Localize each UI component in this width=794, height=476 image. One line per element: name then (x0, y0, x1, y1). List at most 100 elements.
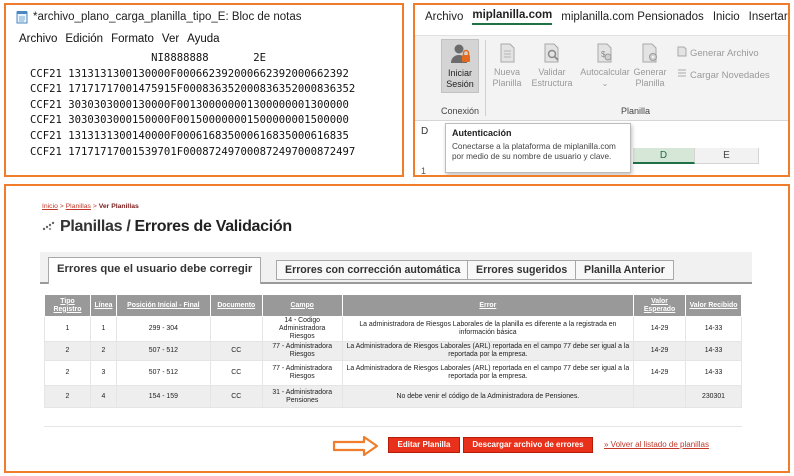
generar-archivo-label: Generar Archivo (690, 47, 759, 59)
search-document-icon (541, 42, 563, 64)
table-row: 2 4 154 - 159 CC 31 - Administradora Pen… (44, 385, 742, 408)
text-line: CCF21 3030303000130000F00130000000130000… (30, 98, 349, 111)
th-posicion[interactable]: Posición Inicial - Final (115, 294, 211, 317)
breadcrumb-separator: > (92, 203, 97, 210)
new-document-icon (496, 42, 518, 64)
breadcrumb: Inicio > Planillas > Ver Planillas (42, 203, 139, 210)
cargar-novedades-label: Cargar Novedades (690, 69, 770, 81)
nueva-planilla-label: Nueva Planilla (492, 67, 522, 88)
page-title-part2: Errores de Validación (134, 218, 293, 235)
page-title: Planillas / Errores de Validación (42, 218, 292, 236)
table-row: 1 1 299 - 304 14 - Codigo Administradora… (44, 316, 742, 342)
th-valor-esperado[interactable]: Valor Esperado (633, 294, 686, 317)
volver-listado-link[interactable]: » Volver al listado de planillas (604, 440, 709, 449)
cell (209, 316, 263, 342)
cell: 299 - 304 (115, 316, 211, 342)
web-page-panel: Inicio > Planillas > Ver Planillas Plani… (4, 184, 790, 473)
cell: 31 - Administradora Pensiones (261, 385, 343, 408)
upload-list-icon (677, 68, 687, 82)
menu-formato[interactable]: Formato (111, 33, 154, 45)
breadcrumb-planillas[interactable]: Planillas (66, 203, 91, 210)
cell: 14-29 (633, 341, 686, 361)
autocalcular-label: Autocalcular (580, 67, 630, 77)
cell: 2 (44, 360, 91, 386)
notepad-title: *archivo_plano_carga_planilla_tipo_E: Bl… (33, 11, 302, 23)
cell: 14-29 (633, 360, 686, 386)
cell: 1 (44, 316, 91, 342)
tab-planilla-anterior[interactable]: Planilla Anterior (575, 260, 674, 280)
arrow-right-icon (332, 435, 380, 462)
cell: CC (209, 385, 263, 408)
validar-estructura-button[interactable]: Validar Estructura (529, 42, 575, 89)
th-documento[interactable]: Documento (209, 294, 263, 317)
th-error[interactable]: Error (341, 294, 635, 317)
row-header: 1 (421, 166, 427, 176)
cell: 14-33 (685, 316, 742, 342)
tab-miplanilla[interactable]: miplanilla.com (472, 9, 553, 25)
breadcrumb-separator: > (59, 203, 64, 210)
autocalcular-button[interactable]: $ Autocalcular ⌄ (579, 42, 631, 89)
notepad-text-area[interactable]: NI8888888 2E CCF21 1313131300130000F00066… (6, 49, 402, 160)
validar-estructura-label: Validar Estructura (531, 67, 573, 88)
notepad-titlebar: *archivo_plano_carga_planilla_tipo_E: Bl… (6, 5, 402, 29)
cell: 2 (89, 341, 117, 361)
tab-inicio[interactable]: Inicio (713, 11, 740, 23)
column-header-d[interactable]: D (633, 148, 695, 164)
cell-fragment: D (421, 126, 429, 137)
cell: No debe venir el código de la Administra… (341, 385, 635, 408)
cell: 2 (44, 385, 91, 408)
descargar-errores-button[interactable]: Descargar archivo de errores (463, 437, 593, 453)
column-header-e[interactable]: E (695, 148, 759, 164)
cell: La Administradora de Riesgos Laborales (… (341, 341, 635, 361)
nueva-planilla-button[interactable]: Nueva Planilla (489, 42, 525, 89)
generar-planilla-button[interactable]: Generar Planilla (633, 42, 667, 89)
tooltip-autenticacion: Autenticación Conectarse a la plataforma… (445, 123, 631, 173)
iniciar-sesion-button[interactable]: Iniciar Sesión (441, 39, 479, 93)
user-lock-icon (449, 43, 471, 65)
th-linea[interactable]: Línea (89, 294, 117, 317)
th-tipo-registro[interactable]: Tipo Registro (44, 294, 91, 317)
errors-table: Tipo Registro Línea Posición Inicial - F… (44, 294, 742, 408)
iniciar-sesion-label: Iniciar Sesión (446, 68, 474, 89)
th-campo[interactable]: Campo (261, 294, 343, 317)
editar-planilla-button[interactable]: Editar Planilla (388, 437, 460, 453)
group-label-conexion: Conexión (441, 106, 480, 116)
menu-ver[interactable]: Ver (162, 33, 179, 45)
dropdown-chevron-icon: ⌄ (601, 79, 609, 88)
cell: CC (209, 360, 263, 386)
menu-ayuda[interactable]: Ayuda (187, 33, 219, 45)
tab-insertar[interactable]: Insertar (749, 11, 788, 23)
cell: 154 - 159 (115, 385, 211, 408)
notepad-icon (16, 10, 28, 24)
text-line: NI8888888 2E (30, 52, 266, 64)
notepad-window: *archivo_plano_carga_planilla_tipo_E: Bl… (4, 3, 404, 177)
text-line: CCF21 3030303000150000F00150000000150000… (30, 114, 349, 127)
cargar-novedades-button[interactable]: Cargar Novedades (677, 68, 770, 82)
tab-archivo[interactable]: Archivo (425, 11, 463, 23)
cell: 1 (89, 316, 117, 342)
cell: 77 - Administradora Riesgos (261, 341, 343, 361)
tab-errores-usuario[interactable]: Errores que el usuario debe corregir (48, 257, 262, 284)
text-line: CCF21 17171717001475915F0008363520008363… (30, 83, 356, 96)
menu-edicion[interactable]: Edición (65, 33, 103, 45)
cell: 230301 (685, 385, 742, 408)
generar-planilla-label: Generar Planilla (633, 67, 667, 88)
cell (633, 385, 686, 408)
tooltip-title: Autenticación (452, 128, 512, 138)
generar-archivo-button[interactable]: Generar Archivo (677, 46, 759, 60)
cell: 14 - Codigo Administradora Riesgos (261, 316, 343, 342)
text-line: CCF21 1313131300140000F00061683500061683… (30, 129, 349, 142)
tab-errores-automatica[interactable]: Errores con corrección automática (276, 260, 470, 280)
tab-errores-sugeridos[interactable]: Errores sugeridos (467, 260, 577, 280)
menu-archivo[interactable]: Archivo (19, 33, 57, 45)
calculator-icon: $ (594, 42, 616, 64)
cell: La administradora de Riesgos Laborales d… (341, 316, 635, 342)
ribbon: Iniciar Sesión Nueva Planilla Validar Es… (415, 35, 788, 121)
cell: 4 (89, 385, 117, 408)
cell: 3 (89, 360, 117, 386)
th-valor-recibido[interactable]: Valor Recibido (685, 294, 742, 317)
cell: 14-29 (633, 316, 686, 342)
group-label-planilla: Planilla (621, 106, 651, 116)
tab-miplanilla-pensionados[interactable]: miplanilla.com Pensionados (561, 11, 704, 23)
breadcrumb-inicio[interactable]: Inicio (42, 203, 58, 210)
